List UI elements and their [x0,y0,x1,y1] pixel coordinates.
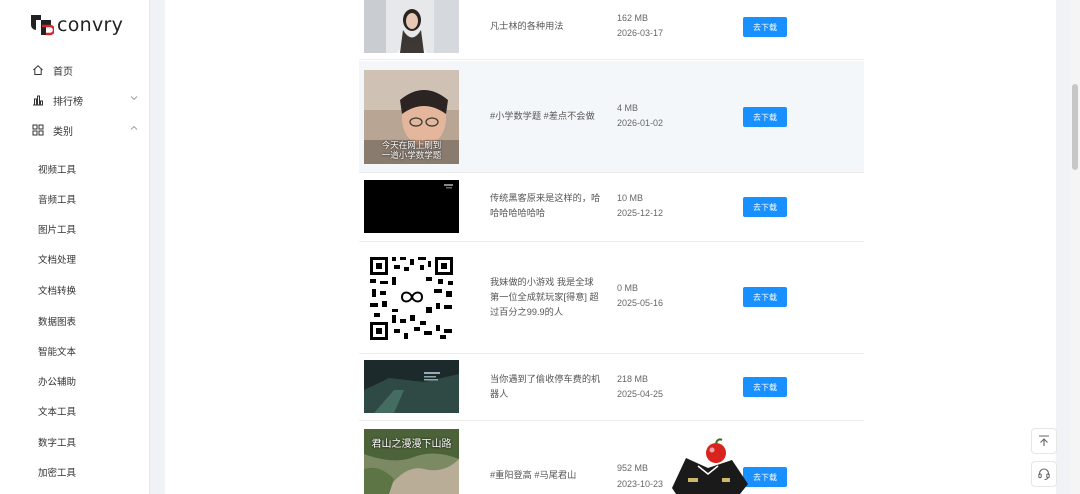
video-date: 2025-12-12 [617,208,664,218]
category-item[interactable]: 文本工具 [38,404,76,418]
video-row: 传统黑客原来是这样的，哈哈哈哈哈哈哈 10 MB 2025-12-12 去下载 [359,174,864,242]
video-title: 凡士林的各种用法 [490,21,564,31]
category-item[interactable]: 智能文本 [38,344,76,358]
category-item[interactable]: 数据图表 [38,314,76,328]
video-row: 今天在网上刷到 一道小学数学题 #小学数学题 #差点不会做 4 MB 2026-… [359,61,864,173]
video-thumbnail[interactable] [364,360,459,413]
brand-name: convry [57,14,124,36]
category-item[interactable]: 办公辅助 [38,374,76,388]
category-item[interactable]: 图片工具 [38,222,76,236]
category-item[interactable]: 加密工具 [38,465,76,479]
video-title: 当你遇到了偷收停车费的机器人 [490,374,601,399]
page-scrollbar[interactable] [1070,0,1080,494]
video-row: 君山之漫漫下山路 #重阳登高 #马尾君山 952 MB 2023-10-23 去… [359,422,864,494]
download-button[interactable]: 去下载 [743,287,787,307]
video-date: 2026-01-02 [617,118,664,128]
video-size: 162 MB [617,13,649,23]
category-item[interactable]: 文档转换 [38,283,76,297]
qr-code-image [364,249,459,347]
video-title: 传统黑客原来是这样的，哈哈哈哈哈哈哈 [490,193,601,218]
download-button[interactable]: 去下载 [743,377,787,397]
scrollbar-thumb[interactable] [1072,84,1078,170]
logo-mark-icon [31,15,54,36]
video-thumbnail[interactable] [364,0,459,53]
back-to-top-icon [1039,435,1049,446]
sidebar: convry 首页 排行榜 类别 视频工具 音频工具 图片工具 文档处理 文档转… [0,0,150,494]
nav-home-label: 首页 [53,66,73,78]
chevron-down-icon [130,96,138,101]
video-title: 我妹做的小游戏 我是全球第一位全成就玩家[得意] 超过百分之99.9的人 [490,277,599,317]
video-size: 218 MB [617,374,649,384]
category-item[interactable]: 数字工具 [38,435,76,449]
video-size: 952 MB [617,463,649,473]
video-thumbnail[interactable] [364,180,459,233]
video-size: 10 MB [617,193,644,203]
video-date: 2025-05-16 [617,298,664,308]
nav-category-label: 类别 [53,126,73,138]
download-button[interactable]: 去下载 [743,17,787,37]
download-button[interactable]: 去下载 [743,107,787,127]
video-row: 我妹做的小游戏 我是全球第一位全成就玩家[得意] 超过百分之99.9的人 0 M… [359,243,864,354]
video-size: 4 MB [617,103,639,113]
headset-icon [1038,468,1050,480]
nav-item-category[interactable]: 类别 [32,120,138,140]
mascot-image [672,438,748,494]
video-row: 当你遇到了偷收停车费的机器人 218 MB 2025-04-25 去下载 [359,355,864,421]
home-icon [32,64,44,76]
nav-item-home[interactable]: 首页 [32,60,138,80]
video-thumbnail[interactable] [364,249,459,347]
category-item[interactable]: 视频工具 [38,162,76,176]
video-size: 0 MB [617,283,639,293]
video-list-panel: 凡士林的各种用法 162 MB 2026-03-17 去下载 今天在网上刷到 一… [165,0,1056,494]
video-date: 2023-10-23 [617,479,664,489]
customer-service-button[interactable] [1031,461,1057,487]
video-date: 2026-03-17 [617,28,664,38]
video-row: 凡士林的各种用法 162 MB 2026-03-17 去下载 [359,0,864,60]
video-title: #小学数学题 #差点不会做 [490,111,595,121]
category-item[interactable]: 音频工具 [38,192,76,206]
chevron-up-icon [130,125,138,130]
category-item[interactable]: 文档处理 [38,252,76,266]
thumbnail-caption: 君山之漫漫下山路 [371,439,452,450]
brand-logo[interactable]: convry [28,12,123,38]
thumbnail-caption: 今天在网上刷到 一道小学数学题 [381,140,442,160]
back-to-top-button[interactable] [1031,428,1057,454]
nav-ranking-label: 排行榜 [53,96,83,108]
nav-item-ranking[interactable]: 排行榜 [32,90,138,110]
video-title: #重阳登高 #马尾君山 [490,470,577,480]
video-thumbnail[interactable]: 君山之漫漫下山路 [364,429,459,494]
video-thumbnail[interactable]: 今天在网上刷到 一道小学数学题 [364,70,459,164]
bar-chart-icon [32,94,44,106]
video-date: 2025-04-25 [617,389,664,399]
grid-icon [32,124,44,136]
download-button[interactable]: 去下载 [743,197,787,217]
